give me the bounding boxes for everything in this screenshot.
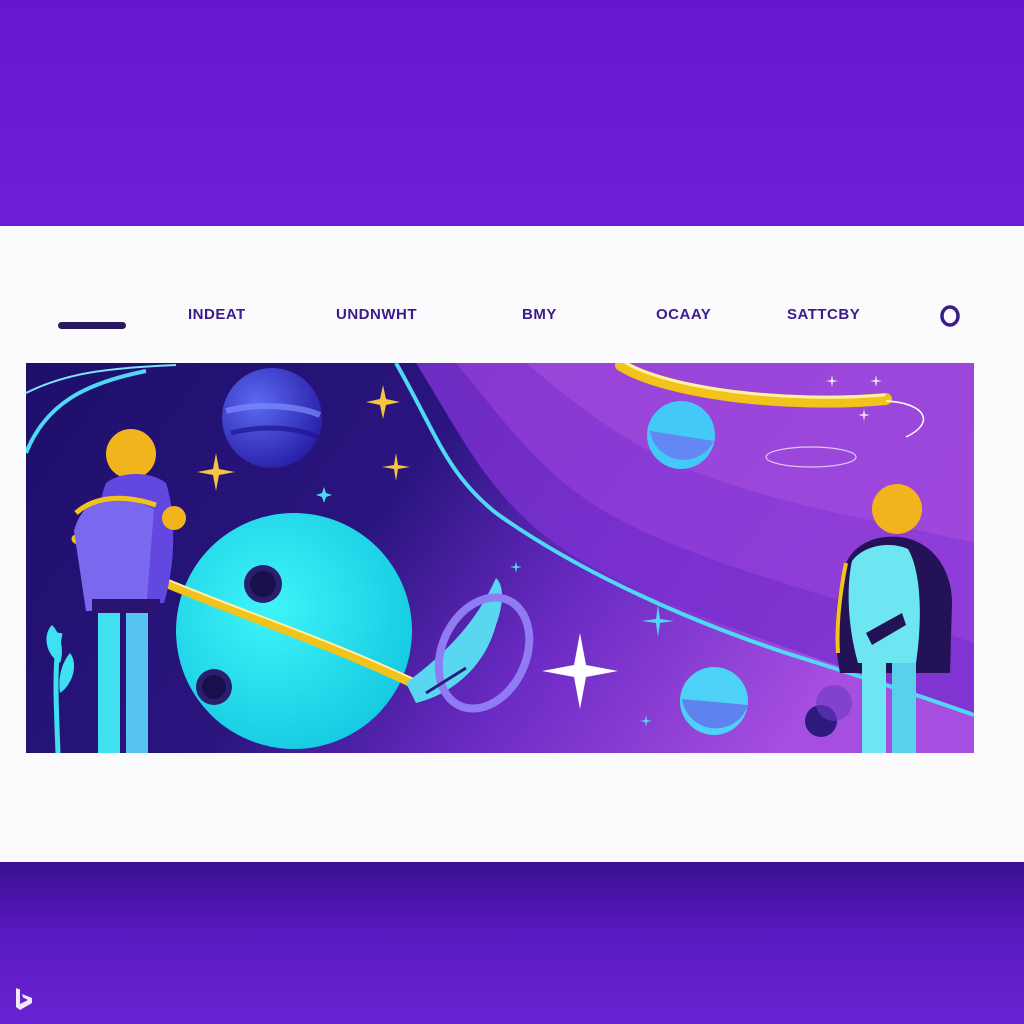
top-nav: INDEAT UNDNWHT BMY OCAAY SATTCBY [0,290,1024,340]
nav-link-3[interactable]: BMY [522,306,557,323]
top-band [0,0,1024,226]
brand-logo-icon [16,988,32,1010]
nav-link-1[interactable]: INDEAT [188,306,246,323]
bottom-band [0,862,1024,1024]
space-illustration [26,363,974,753]
nav-link-2[interactable]: UNDNWHT [336,306,417,323]
search-icon[interactable] [938,304,962,328]
hero-illustration [26,363,974,753]
nav-link-5[interactable]: SATTCBY [787,306,860,323]
nav-link-4[interactable]: OCAAY [656,306,711,323]
menu-dash-icon[interactable] [58,322,126,329]
